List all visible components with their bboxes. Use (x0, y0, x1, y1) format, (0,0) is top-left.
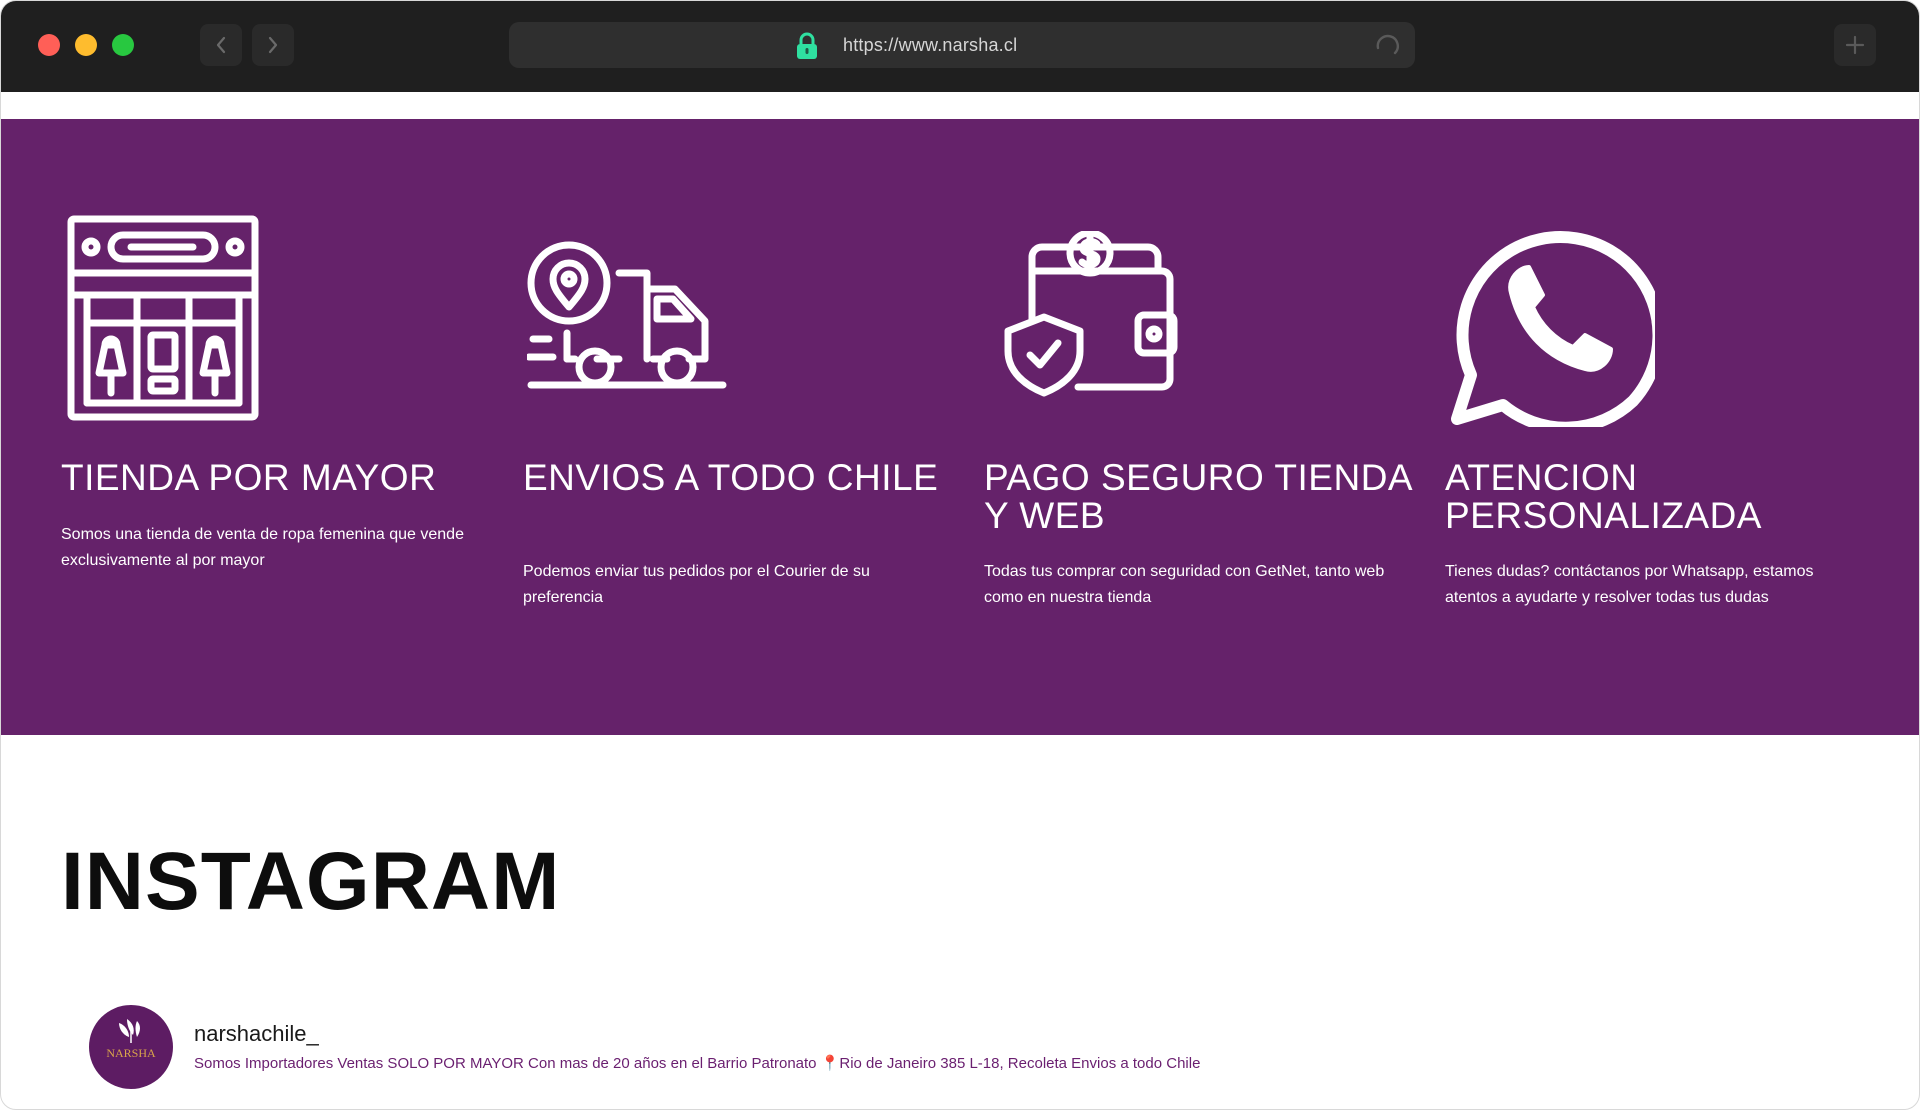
feature-description: Somos una tienda de venta de ropa femeni… (61, 526, 464, 569)
feature-description: Podemos enviar tus pedidos por el Courie… (523, 563, 870, 606)
close-window-button[interactable] (38, 34, 60, 56)
svg-text:NARSHA: NARSHA (106, 1046, 156, 1060)
feature-title: ATENCION PERSONALIZADA (1445, 457, 1762, 536)
plus-icon (1845, 35, 1865, 55)
reload-icon[interactable] (1373, 32, 1401, 60)
feature-title: TIENDA POR MAYOR (61, 457, 437, 498)
feature-description: Tienes dudas? contáctanos por Whatsapp, … (1445, 563, 1814, 606)
lock-icon (797, 32, 817, 59)
feature-title: ENVIOS A TODO CHILE (523, 457, 939, 498)
address-bar[interactable]: https://www.narsha.cl (509, 22, 1415, 68)
forward-button[interactable] (252, 24, 294, 66)
instagram-username[interactable]: narshachile_ (194, 1021, 319, 1047)
secure-wallet-icon (1004, 231, 1178, 397)
delivery-truck-icon (527, 241, 727, 389)
minimize-window-button[interactable] (75, 34, 97, 56)
whatsapp-icon[interactable] (1445, 215, 1655, 427)
forward-arrow-icon (268, 36, 278, 54)
back-arrow-icon (216, 36, 226, 54)
maximize-window-button[interactable] (112, 34, 134, 56)
url-text: https://www.narsha.cl (843, 35, 1018, 55)
back-button[interactable] (200, 24, 242, 66)
store-icon (67, 215, 259, 421)
narsha-logo-icon: NARSHA (106, 1019, 156, 1060)
feature-description: Todas tus comprar con seguridad con GetN… (984, 563, 1385, 606)
instagram-heading: INSTAGRAM (61, 836, 561, 927)
new-tab-button[interactable] (1834, 24, 1876, 66)
features-section: TIENDA POR MAYOR Somos una tienda de ven… (1, 119, 1919, 735)
feature-title: PAGO SEGURO TIENDA Y WEB (984, 457, 1412, 536)
browser-toolbar: https://www.narsha.cl (1, 1, 1919, 92)
browser-window: https://www.narsha.cl TIENDA POR MAYOR S… (0, 0, 1920, 1110)
instagram-bio: Somos Importadores Ventas SOLO POR MAYOR… (194, 1055, 1201, 1072)
avatar[interactable]: NARSHA (89, 1005, 173, 1089)
